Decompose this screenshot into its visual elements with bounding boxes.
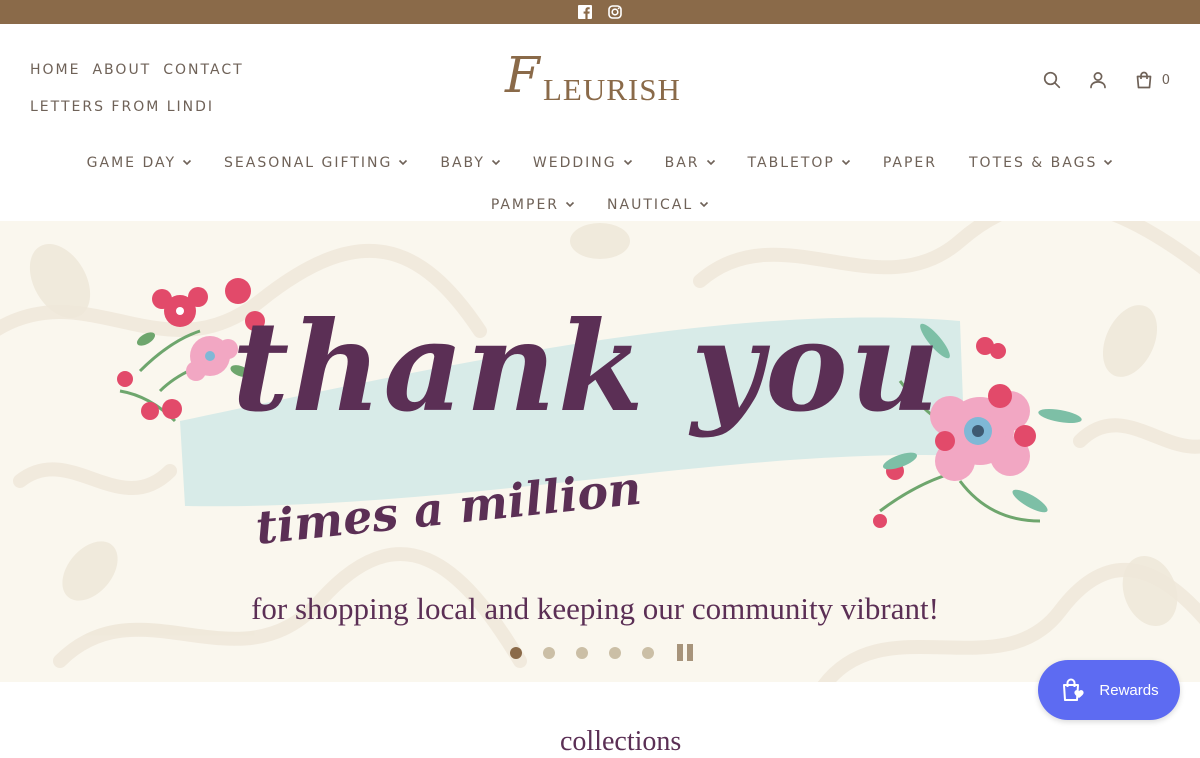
main-nav-item-label: BAR [664, 155, 700, 171]
main-nav-item-tabletop[interactable]: TABLETOP [732, 142, 867, 184]
site-logo[interactable]: F LEURISH [503, 46, 703, 108]
cart-button[interactable]: 0 [1134, 70, 1170, 90]
hero-headline: thank you [232, 295, 942, 440]
nav-letters-from-lindi[interactable]: LETTERS FROM LINDI [30, 89, 214, 126]
cart-count: 0 [1161, 72, 1170, 88]
hero-tagline: for shopping local and keeping our commu… [251, 591, 939, 626]
hero-slideshow: thank you times a million for shopping l… [0, 221, 1200, 682]
rewards-launcher[interactable]: Rewards [1038, 660, 1180, 720]
chevron-down-icon [841, 159, 850, 166]
slide-dot-5[interactable] [642, 646, 654, 659]
main-nav-item-label: PAMPER [490, 197, 560, 213]
nav-home[interactable]: HOME [30, 52, 80, 89]
main-nav-item-label: GAME DAY [86, 155, 177, 171]
account-button[interactable] [1088, 70, 1108, 90]
main-nav-item-nautical[interactable]: NAUTICAL [591, 184, 725, 226]
facebook-icon[interactable] [578, 5, 592, 19]
main-nav-item-wedding[interactable]: WEDDING [517, 142, 649, 184]
instagram-icon[interactable] [608, 5, 622, 19]
logo-wordmark: LEURISH [543, 72, 681, 107]
chevron-down-icon [399, 159, 408, 166]
main-nav-item-totes-bags[interactable]: TOTES & BAGS [953, 142, 1129, 184]
chevron-down-icon [623, 159, 632, 166]
rewards-label: Rewards [1099, 681, 1159, 699]
main-nav-item-label: SEASONAL GIFTING [224, 155, 393, 171]
main-nav-row-2: PAMPER NAUTICAL [0, 184, 1200, 226]
chevron-down-icon [565, 201, 575, 208]
social-bar [0, 0, 1200, 24]
slide-dot-2[interactable] [543, 646, 555, 659]
main-nav-item-label: BABY [440, 155, 485, 171]
main-nav-item-label: NAUTICAL [607, 197, 694, 213]
main-nav-item-bar[interactable]: BAR [649, 142, 732, 184]
main-nav-item-seasonal-gifting[interactable]: SEASONAL GIFTING [208, 142, 424, 184]
main-nav-item-label: WEDDING [532, 155, 617, 171]
main-nav-item-pamper[interactable]: PAMPER [475, 184, 591, 226]
main-nav-row-1: GAME DAY SEASONAL GIFTING BABY WEDDING BAR TA… [0, 142, 1200, 184]
nav-about[interactable]: ABOUT [92, 52, 151, 89]
chevron-down-icon [182, 159, 192, 166]
logo-initial: F [505, 46, 540, 104]
search-icon [1043, 71, 1060, 89]
chevron-down-icon [491, 159, 500, 166]
search-button[interactable] [1042, 70, 1062, 90]
gift-bag-icon [1063, 678, 1085, 701]
slide-dot-4[interactable] [609, 646, 621, 659]
slide-dot-1[interactable] [510, 646, 522, 659]
main-nav-item-paper[interactable]: PAPER [867, 142, 953, 184]
collections-heading: collections [560, 726, 682, 757]
chevron-down-icon [1104, 159, 1113, 166]
slide-dot-3[interactable] [576, 646, 588, 659]
chevron-down-icon [706, 159, 715, 166]
main-nav-item-baby[interactable]: BABY [424, 142, 517, 184]
site-header: HOME ABOUT CONTACT LETTERS FROM LINDI F LE… [0, 24, 1200, 222]
chevron-down-icon [700, 201, 709, 208]
main-nav-item-game-day[interactable]: GAME DAY [71, 142, 208, 184]
slide-controls [510, 644, 693, 661]
pause-icon[interactable] [677, 644, 693, 661]
utility-nav: HOME ABOUT CONTACT LETTERS FROM LINDI [30, 52, 280, 126]
bag-icon [1136, 71, 1152, 89]
header-actions: 0 [1042, 70, 1170, 90]
nav-contact[interactable]: CONTACT [163, 52, 243, 89]
user-icon [1089, 72, 1106, 89]
main-nav-item-label: TABLETOP [747, 155, 835, 171]
main-nav-item-label: TOTES & BAGS [969, 155, 1098, 171]
main-nav-item-label: PAPER [882, 155, 937, 171]
main-nav: GAME DAY SEASONAL GIFTING BABY WEDDING BAR TA… [0, 142, 1200, 226]
